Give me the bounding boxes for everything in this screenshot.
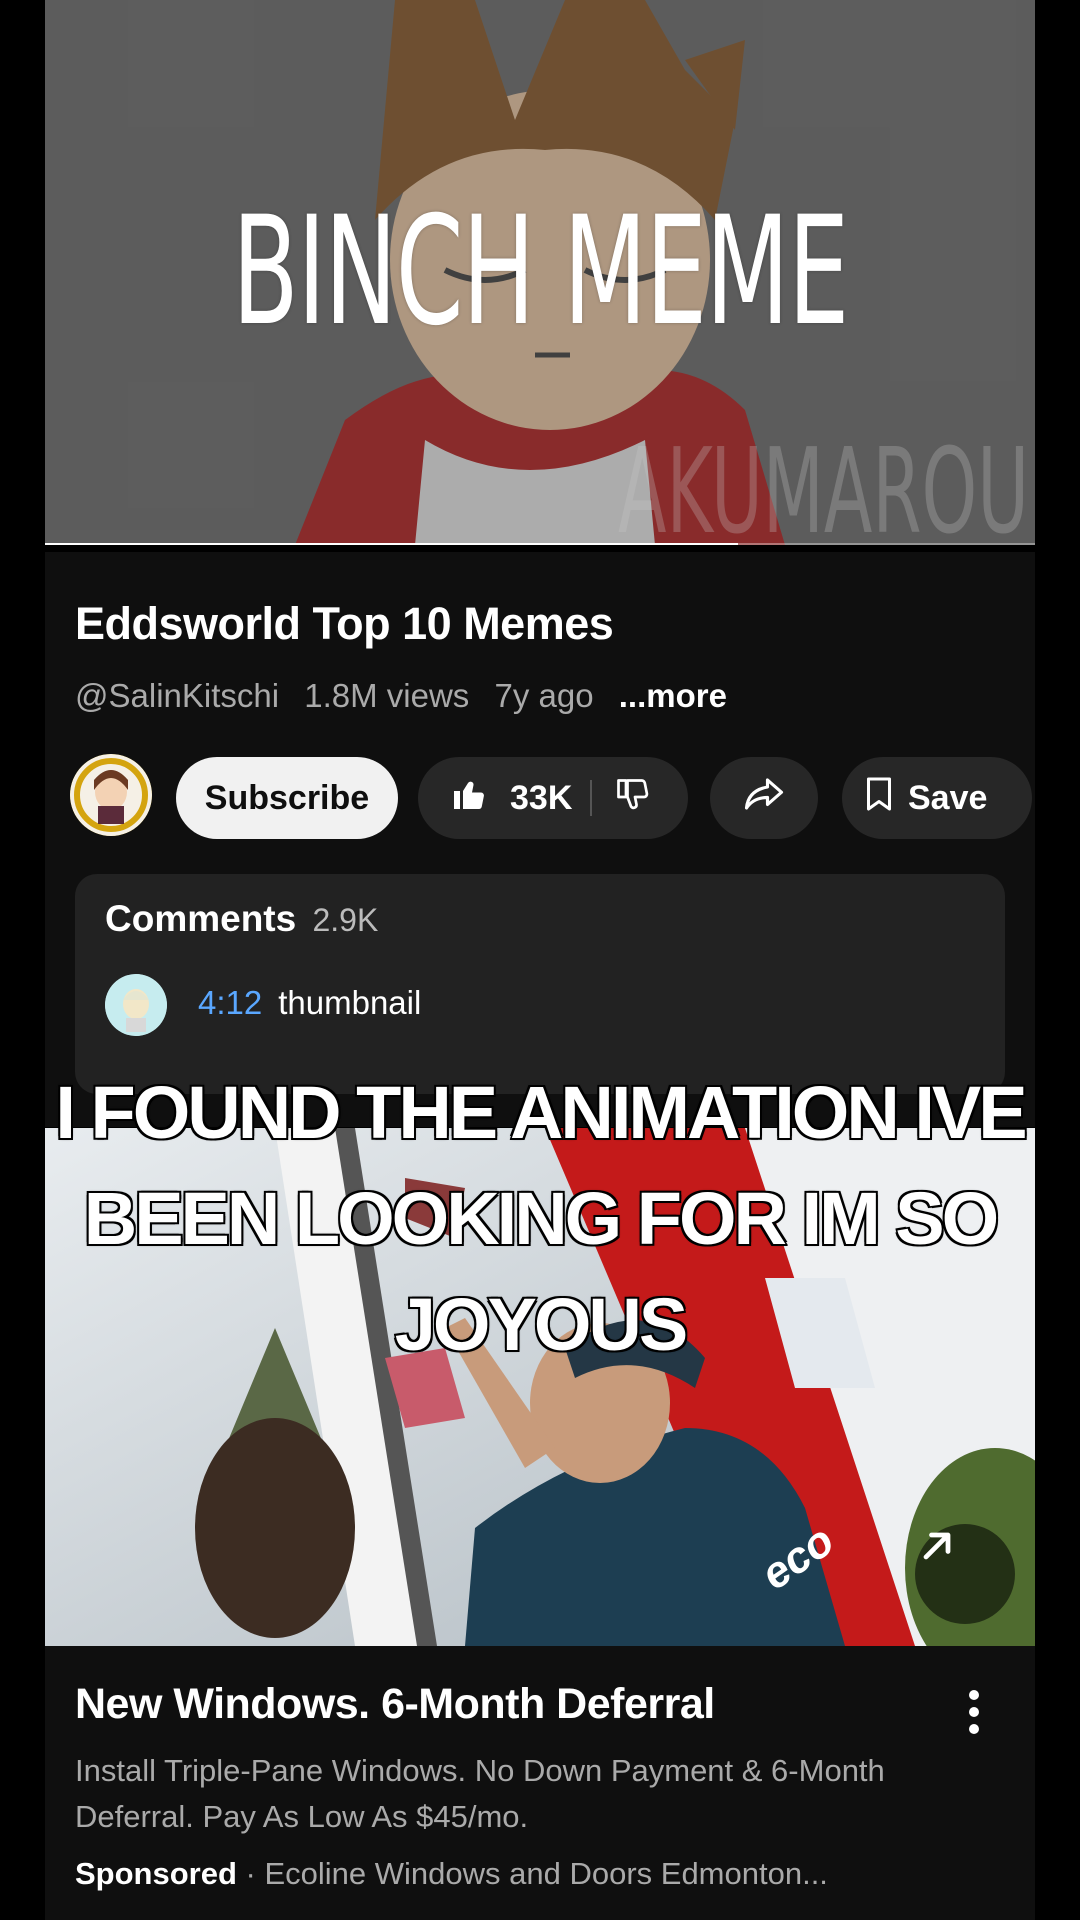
comments-header: Comments 2.9K bbox=[105, 898, 378, 940]
more-options-icon[interactable] bbox=[969, 1690, 981, 1741]
more-link[interactable]: ...more bbox=[619, 677, 727, 714]
save-label: Save bbox=[908, 778, 988, 817]
video-title[interactable]: Eddsworld Top 10 Memes bbox=[75, 598, 614, 650]
top-comment: 4:12 thumbnail bbox=[198, 984, 421, 1022]
thumbnail-title: BINCH MEME bbox=[232, 185, 849, 359]
ad-title[interactable]: New Windows. 6-Month Deferral bbox=[75, 1680, 715, 1729]
video-meta[interactable]: @SalinKitschi 1.8M views 7y ago ...more bbox=[75, 677, 743, 715]
ad-info-panel[interactable]: New Windows. 6-Month Deferral Install Tr… bbox=[45, 1646, 1035, 1920]
thumbnail-watermark: AKUMAROU bbox=[617, 422, 1029, 545]
view-count: 1.8M views bbox=[304, 677, 470, 714]
subscribe-button[interactable]: Subscribe bbox=[176, 757, 398, 839]
commenter-avatar[interactable] bbox=[105, 974, 167, 1036]
comments-title: Comments bbox=[105, 898, 297, 939]
ad-footer: Sponsored · Ecoline Windows and Doors Ed… bbox=[75, 1856, 828, 1892]
ad-description: Install Triple-Pane Windows. No Down Pay… bbox=[75, 1753, 885, 1834]
comment-text: thumbnail bbox=[278, 984, 422, 1021]
like-dislike-group[interactable]: 33K bbox=[418, 757, 688, 839]
like-count: 33K bbox=[510, 778, 573, 817]
comments-count: 2.9K bbox=[312, 902, 379, 938]
channel-handle[interactable]: @SalinKitschi bbox=[75, 677, 279, 714]
open-external-button[interactable] bbox=[915, 1524, 1015, 1624]
like-divider bbox=[590, 780, 593, 816]
advertiser-name[interactable]: Ecoline Windows and Doors Edmonton... bbox=[264, 1856, 827, 1891]
progress-bar bbox=[45, 543, 738, 545]
video-player[interactable]: BINCH MEME AKUMAROU bbox=[45, 0, 1035, 545]
thumbs-up-icon[interactable] bbox=[450, 776, 488, 821]
subscribe-label: Subscribe bbox=[204, 778, 370, 817]
save-button[interactable]: Save bbox=[842, 757, 1032, 839]
thumbs-down-icon[interactable] bbox=[614, 776, 650, 821]
share-button[interactable] bbox=[710, 757, 818, 839]
action-row: Subscribe 33K Save bbox=[70, 754, 1045, 839]
share-arrow-icon bbox=[743, 776, 785, 821]
channel-avatar[interactable] bbox=[70, 754, 152, 836]
sponsored-label: Sponsored bbox=[75, 1856, 237, 1891]
bookmark-icon bbox=[864, 776, 894, 821]
ad-separator: · bbox=[236, 1856, 265, 1891]
upload-age: 7y ago bbox=[494, 677, 594, 714]
comment-timestamp-link[interactable]: 4:12 bbox=[198, 984, 262, 1021]
overlay-caption: I FOUND THE ANIMATION IVE BEEN LOOKING F… bbox=[54, 1070, 1029, 1368]
video-info-panel: Eddsworld Top 10 Memes @SalinKitschi 1.8… bbox=[45, 552, 1035, 1127]
